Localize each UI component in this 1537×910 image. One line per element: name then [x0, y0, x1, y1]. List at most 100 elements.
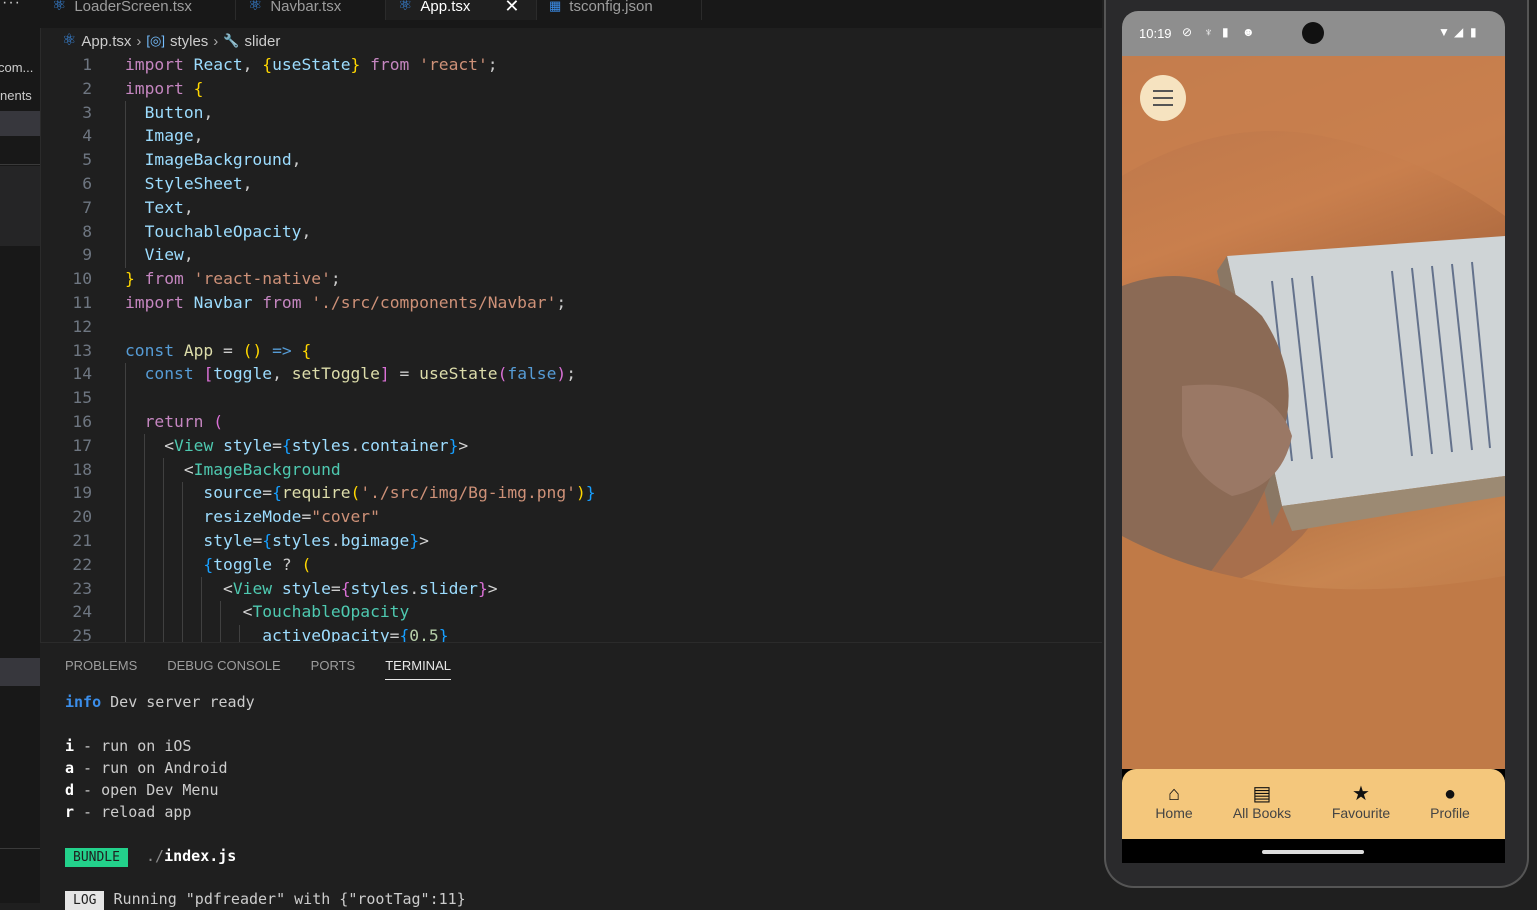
- terminal-line: r - reload app: [65, 803, 191, 821]
- terminal-key: d: [65, 781, 75, 799]
- react-icon: ⚛: [62, 32, 77, 49]
- book-photo: [1122, 56, 1505, 769]
- tab-problems[interactable]: PROBLEMS: [65, 658, 137, 680]
- terminal-key: r: [65, 803, 75, 821]
- tab-label: LoaderScreen.tsx: [74, 0, 192, 15]
- code-line: 19 source={require('./src/img/Bg-img.png…: [72, 483, 596, 503]
- code-line: 21 style={styles.bgimage}>: [72, 531, 429, 550]
- explorer-section: [0, 166, 40, 246]
- tab-app[interactable]: ⚛ App.tsx ✕: [386, 0, 537, 20]
- code-line: 25 activeOpacity={0.5}: [72, 626, 449, 642]
- star-icon: ★: [1352, 783, 1370, 805]
- terminal-line: info Dev server ready: [65, 693, 255, 711]
- code-line: 18 <ImageBackground: [72, 459, 341, 479]
- info-tag: info: [65, 693, 102, 711]
- terminal-text: - reload app: [74, 803, 192, 821]
- explorer-item[interactable]: com...: [0, 60, 33, 75]
- terminal-line: a - run on Android: [65, 759, 228, 777]
- code-editor[interactable]: 1 import React, {useState} from 'react'; …: [40, 53, 1102, 642]
- explorer-selected-row[interactable]: [0, 111, 40, 136]
- code-line: 20 resizeMode="cover": [72, 507, 380, 527]
- explorer-item[interactable]: nents: [0, 88, 32, 103]
- divider: [0, 164, 40, 165]
- nav-item-home[interactable]: ⌂ Home: [1129, 783, 1219, 821]
- home-icon: ⌂: [1167, 783, 1181, 805]
- tab-tsconfig[interactable]: ▦ tsconfig.json: [537, 0, 702, 20]
- panel-tabs: PROBLEMS DEBUG CONSOLE PORTS TERMINAL: [65, 658, 451, 680]
- tab-label: Navbar.tsx: [270, 0, 342, 15]
- nav-label: All Books: [1232, 805, 1292, 821]
- code-line: 10} from 'react-native';: [72, 269, 341, 289]
- log-badge: LOG: [65, 891, 105, 910]
- breadcrumb-symbol[interactable]: slider: [244, 33, 280, 50]
- terminal-line: d - open Dev Menu: [65, 781, 219, 799]
- code-line: 2 import {: [82, 78, 204, 98]
- bottom-nav: ⌂ Home ▤ All Books ★ Favourite ● Profile: [1122, 769, 1505, 839]
- wifi-icon: ▼: [1438, 25, 1450, 39]
- battery-icon: ▮: [1470, 25, 1477, 39]
- variable-icon: [◎]: [146, 33, 165, 48]
- face-icon: ☻: [1242, 25, 1255, 39]
- terminal-text: - run on Android: [74, 759, 228, 777]
- explorer-selected-row[interactable]: [0, 658, 40, 686]
- sd-card-icon: ▮: [1222, 25, 1229, 39]
- tab-navbar[interactable]: ⚛ Navbar.tsx: [236, 0, 386, 20]
- hamburger-menu-button[interactable]: [1140, 75, 1186, 121]
- terminal-key: i: [65, 737, 75, 755]
- nav-item-all-books[interactable]: ▤ All Books: [1217, 783, 1307, 821]
- home-indicator[interactable]: [1262, 850, 1364, 854]
- terminal-text: - open Dev Menu: [74, 781, 219, 799]
- tab-loaderscreen[interactable]: ⚛ LoaderScreen.tsx: [40, 0, 236, 20]
- status-time: 10:19: [1139, 26, 1172, 41]
- code-line: 1 import React, {useState} from 'react';: [82, 55, 498, 74]
- tab-terminal[interactable]: TERMINAL: [385, 658, 451, 680]
- code-line: 4 Image,: [82, 126, 204, 146]
- terminal-text: Dev server ready: [101, 693, 255, 711]
- terminal-line: i - run on iOS: [65, 737, 191, 755]
- bottom-panel: PROBLEMS DEBUG CONSOLE PORTS TERMINAL in…: [40, 642, 1102, 910]
- json-file-icon: ▦: [549, 0, 562, 13]
- react-icon: ⚛: [398, 0, 413, 14]
- code-line: 15: [72, 388, 92, 408]
- nav-item-favourite[interactable]: ★ Favourite: [1316, 783, 1406, 821]
- code-line: 17 <View style={styles.container}>: [72, 435, 469, 455]
- code-line: 8 TouchableOpacity,: [82, 221, 312, 241]
- more-actions-icon[interactable]: ···: [2, 0, 21, 12]
- code-line: 11 import Navbar from './src/components/N…: [72, 293, 567, 312]
- code-line: 13 const App = () => {: [72, 340, 312, 360]
- terminal-text: Running "pdfreader" with {"rootTag":11}: [113, 890, 466, 908]
- code-line: 12: [72, 316, 92, 336]
- shield-icon: ⊘: [1182, 25, 1193, 39]
- code-line: 24 <TouchableOpacity: [72, 602, 410, 622]
- code-line: 23 <View style={styles.slider}>: [72, 578, 498, 598]
- nav-label: Profile: [1430, 805, 1470, 821]
- phone-screen: 10:19 ⊘ ♆ ▮ ☻ ▼ ◢ ▮ ⌂ Home ▤ All Books ★…: [1122, 11, 1505, 863]
- bundle-badge: BUNDLE: [65, 848, 128, 867]
- code-line: 22 {toggle ? (: [72, 554, 312, 574]
- react-icon: ⚛: [248, 0, 263, 14]
- gesture-bar: [1122, 839, 1505, 863]
- tab-label: tsconfig.json: [569, 0, 653, 15]
- usb-icon: ♆: [1204, 25, 1213, 39]
- terminal-line: BUNDLE ./index.js: [65, 847, 237, 867]
- close-icon[interactable]: ✕: [504, 0, 519, 17]
- nav-item-profile[interactable]: ● Profile: [1405, 783, 1495, 821]
- breadcrumb-file[interactable]: App.tsx: [81, 33, 131, 50]
- react-icon: ⚛: [52, 0, 67, 14]
- nav-label: Home: [1155, 805, 1193, 821]
- code-line: 5 ImageBackground,: [82, 150, 302, 170]
- terminal-text: index.js: [164, 847, 237, 865]
- code-line: 3 Button,: [82, 102, 214, 122]
- tab-debug-console[interactable]: DEBUG CONSOLE: [167, 658, 280, 680]
- terminal-line: LOG Running "pdfreader" with {"rootTag":…: [65, 890, 466, 910]
- tab-label: App.tsx: [420, 0, 471, 15]
- status-bar: 10:19 ⊘ ♆ ▮ ☻ ▼ ◢ ▮: [1122, 11, 1505, 56]
- nav-label: Favourite: [1331, 805, 1391, 821]
- signal-icon: ◢: [1454, 25, 1464, 39]
- code-line: 9 View,: [82, 245, 194, 265]
- code-line: 6 StyleSheet,: [82, 174, 253, 193]
- breadcrumb-symbol[interactable]: styles: [170, 33, 208, 50]
- code-line: 14 const [toggle, setToggle] = useState(…: [72, 364, 577, 384]
- explorer-strip: ··· com... nents: [0, 0, 41, 903]
- tab-ports[interactable]: PORTS: [311, 658, 356, 680]
